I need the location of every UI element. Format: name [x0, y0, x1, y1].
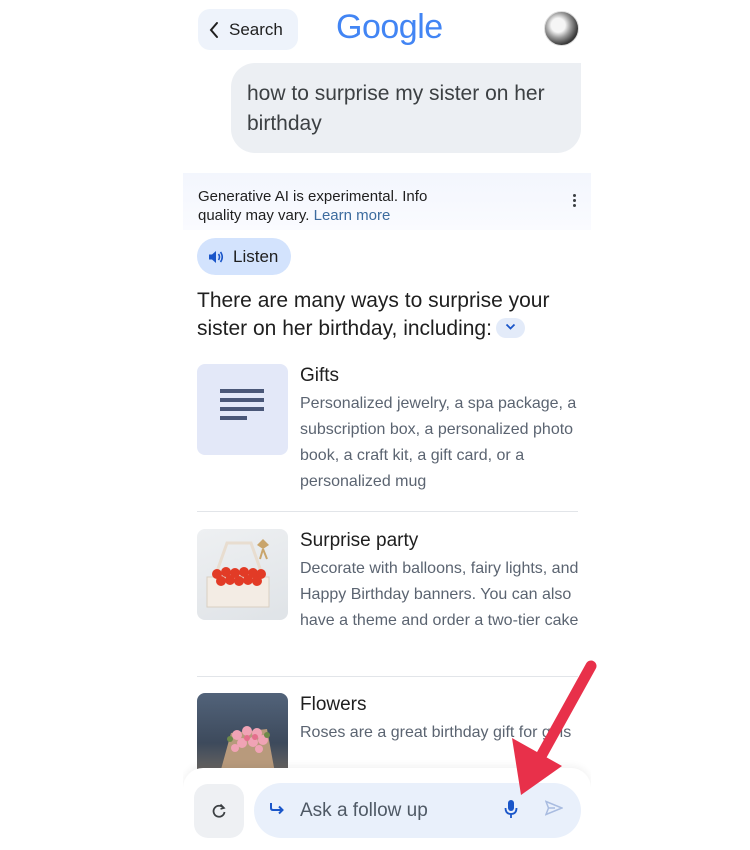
answer-heading: There are many ways to surprise your sis… — [197, 287, 582, 343]
disclaimer-text: Generative AI is experimental. Info qual… — [198, 187, 468, 225]
more-options-icon[interactable] — [569, 192, 579, 212]
expand-chevron-button[interactable] — [495, 318, 525, 338]
logo-letter: G — [336, 8, 362, 46]
followup-input[interactable] — [298, 795, 502, 827]
logo-letter: o — [361, 8, 381, 46]
item-description: Roses are a great birthday gift for girl… — [300, 724, 572, 741]
document-icon — [197, 364, 288, 455]
send-icon[interactable] — [545, 800, 563, 816]
followup-field[interactable] — [254, 783, 581, 838]
chevron-down-icon — [505, 323, 516, 330]
refresh-icon — [212, 803, 226, 818]
item-title: Surprise party — [300, 530, 419, 551]
listen-label: Listen — [233, 246, 279, 266]
logo-letter: l — [417, 8, 425, 46]
divider — [197, 511, 578, 512]
followup-bar — [183, 768, 591, 850]
list-item[interactable]: Gifts Personalized jewelry, a spa packag… — [197, 364, 578, 499]
refresh-button[interactable] — [194, 784, 244, 838]
logo-letter: o — [380, 8, 399, 46]
divider — [197, 676, 578, 677]
item-title: Flowers — [300, 694, 367, 715]
logo-letter: g — [398, 8, 418, 46]
phone-screen: Search Google how to surprise my sister … — [183, 0, 591, 850]
item-description: Personalized jewelry, a spa package, a s… — [300, 395, 577, 490]
back-to-search-button[interactable]: Search — [198, 9, 298, 50]
ai-disclaimer: Generative AI is experimental. Info qual… — [183, 173, 591, 230]
avatar[interactable] — [544, 11, 579, 46]
item-description: Decorate with balloons, fairy lights, an… — [300, 560, 579, 629]
speaker-icon — [209, 250, 224, 263]
learn-more-link[interactable]: Learn more — [314, 207, 391, 224]
listen-button[interactable]: Listen — [197, 238, 291, 275]
item-title: Gifts — [300, 365, 340, 386]
list-item[interactable]: Surprise party Decorate with balloons, f… — [197, 529, 578, 664]
google-logo[interactable]: Google — [336, 8, 443, 47]
logo-letter: e — [424, 8, 443, 46]
microphone-icon[interactable] — [503, 798, 519, 820]
query-bubble: how to surprise my sister on her birthda… — [231, 63, 581, 153]
chevron-left-icon — [209, 21, 218, 38]
subdirectory-arrow-icon — [270, 803, 284, 815]
back-label: Search — [229, 19, 283, 39]
rose-box-image — [197, 529, 288, 620]
